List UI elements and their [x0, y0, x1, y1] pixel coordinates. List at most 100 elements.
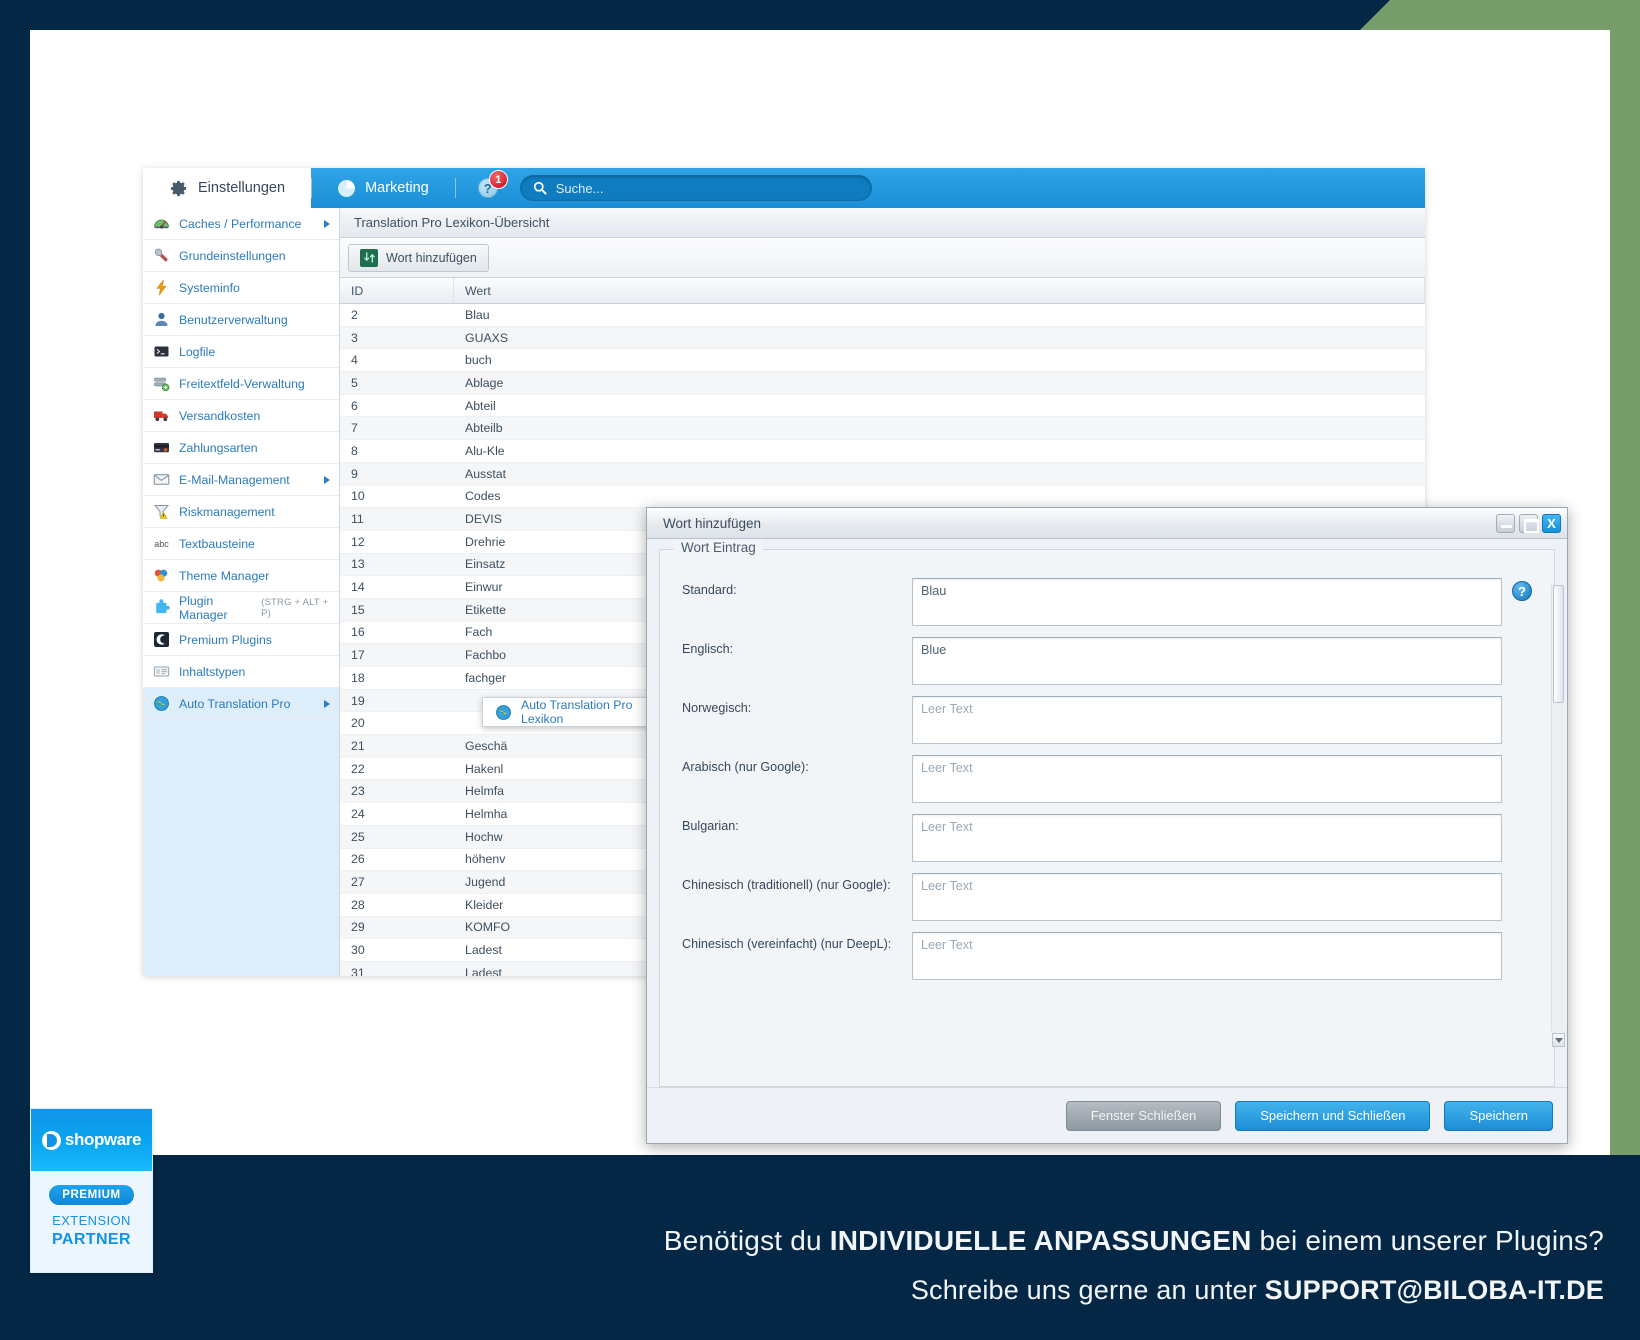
sidebar-item-textbausteine[interactable]: abc Textbausteine: [143, 528, 339, 560]
table-row[interactable]: 4 buch: [340, 349, 1425, 373]
field-input-norwegisch[interactable]: Leer Text: [912, 696, 1502, 744]
field-help-icon[interactable]: ?: [1512, 581, 1532, 601]
field-input-chinesisch-vereinfacht-nur-deepl[interactable]: Leer Text: [912, 932, 1502, 980]
table-row[interactable]: 2 Blau: [340, 304, 1425, 327]
search-box[interactable]: [519, 175, 872, 201]
field-input-bulgarian[interactable]: Leer Text: [912, 814, 1502, 862]
badge-premium-pill: PREMIUM: [49, 1185, 134, 1205]
dialog-scrollbar[interactable]: [1551, 585, 1565, 1047]
sidebar-item-grundeinstellungen[interactable]: Grundeinstellungen: [143, 240, 339, 272]
search-icon: [533, 181, 547, 195]
sidebar-item-plugin-manager[interactable]: Plugin Manager (STRG + ALT + P): [143, 592, 339, 624]
cell-id: 10: [351, 489, 365, 504]
sidebar-item-theme-manager[interactable]: Theme Manager: [143, 560, 339, 592]
column-header-id[interactable]: ID: [340, 278, 454, 303]
form-field-row: Bulgarian: Leer Text: [682, 814, 1532, 862]
sidebar-item-benutzerverwaltung[interactable]: Benutzerverwaltung: [143, 304, 339, 336]
sidebar-label: Systeminfo: [179, 280, 240, 295]
sidebar-label: Theme Manager: [179, 568, 270, 583]
sidebar-item-e-mail-management[interactable]: E-Mail-Management: [143, 464, 339, 496]
table-row[interactable]: 7 Abteilb: [340, 417, 1425, 441]
tab-marketing[interactable]: Marketing: [312, 168, 455, 208]
truck-icon: [153, 407, 170, 424]
cell-id: 24: [351, 806, 365, 821]
help-notification-badge: 1: [488, 170, 508, 189]
chevron-right-icon: [324, 475, 330, 484]
table-row[interactable]: 9 Ausstat: [340, 462, 1425, 486]
cell-wert: Abteilb: [465, 421, 503, 436]
sidebar-item-premium-plugins[interactable]: Premium Plugins: [143, 624, 339, 656]
field-input-englisch[interactable]: Blue: [912, 637, 1502, 685]
table-row[interactable]: 6 Abteil: [340, 395, 1425, 418]
cell-id: 21: [351, 738, 365, 753]
table-row[interactable]: 10 Codes: [340, 486, 1425, 509]
minimize-icon[interactable]: [1496, 513, 1515, 533]
sidebar-item-riskmanagement[interactable]: Riskmanagement: [143, 496, 339, 528]
field-label: Chinesisch (traditionell) (nur Google):: [682, 878, 891, 892]
dialog-titlebar[interactable]: Wort hinzufügen X: [647, 508, 1567, 539]
maximize-icon[interactable]: [1519, 513, 1539, 533]
save-button[interactable]: Speichern: [1444, 1100, 1553, 1131]
form-field-row: Chinesisch (vereinfacht) (nur DeepL): Lee…: [682, 932, 1532, 980]
form-field-row: Englisch: Blue: [682, 637, 1532, 685]
page-root: Einstellungen Marketing ? 1 Suche... Cac…: [0, 0, 1640, 1340]
save-and-close-button[interactable]: Speichern und Schließen: [1235, 1100, 1431, 1131]
updown-arrows-icon: [360, 248, 378, 267]
cell-id: 11: [351, 512, 364, 527]
cell-id: 7: [351, 421, 358, 436]
cell-id: 20: [351, 716, 365, 731]
cell-id: 19: [351, 693, 365, 708]
sidebar-item-caches-performance[interactable]: Caches / Performance: [143, 208, 339, 240]
sidebar-label: Premium Plugins: [179, 632, 272, 647]
table-row[interactable]: 3 GUAXS: [340, 326, 1425, 350]
table-row[interactable]: 8 Alu-Kle: [340, 440, 1425, 463]
cell-id: 3: [351, 330, 358, 345]
cell-id: 9: [351, 466, 358, 481]
table-row[interactable]: 5 Ablage: [340, 372, 1425, 395]
scrollbar-thumb[interactable]: [1553, 585, 1564, 703]
dialog-body: Wort Eintrag Standard: Blau? Englisch: Blue…: [647, 539, 1567, 1087]
cell-id: 12: [351, 534, 365, 549]
close-window-button[interactable]: Fenster Schließen: [1065, 1100, 1222, 1131]
sidebar-item-systeminfo[interactable]: Systeminfo: [143, 272, 339, 304]
field-input-chinesisch-traditionell-nur-google[interactable]: Leer Text: [912, 873, 1502, 921]
tab-einstellungen[interactable]: Einstellungen: [143, 168, 312, 208]
search-input[interactable]: [555, 180, 859, 196]
sidebar-item-versandkosten[interactable]: Versandkosten: [143, 400, 339, 432]
badge-extension-label: EXTENSION: [52, 1213, 131, 1228]
cell-id: 16: [351, 625, 365, 640]
help-button[interactable]: ? 1: [456, 168, 508, 208]
scroll-down-arrow-icon[interactable]: [1552, 1033, 1565, 1047]
cell-id: 26: [351, 852, 365, 867]
cell-wert: GUAXS: [465, 330, 509, 345]
cell-wert: Blau: [465, 307, 490, 322]
cell-id: 30: [351, 943, 365, 958]
field-input-arabisch-nur-google[interactable]: Leer Text: [912, 755, 1502, 803]
sidebar-item-zahlungsarten[interactable]: Zahlungsarten: [143, 432, 339, 464]
globe-icon: [495, 704, 512, 721]
sidebar-label: Zahlungsarten: [179, 440, 258, 455]
cell-wert: Ausstat: [465, 466, 507, 481]
grid-toolbar: Wort hinzufügen: [340, 238, 1425, 278]
flyout-label: Auto Translation Pro Lexikon: [521, 698, 633, 726]
cell-id: 2: [351, 307, 358, 322]
sidebar-item-freitextfeld-verwaltung[interactable]: Freitextfeld-Verwaltung: [143, 368, 339, 400]
cell-id: 31: [351, 965, 365, 976]
fieldset-legend: Wort Eintrag: [674, 540, 763, 555]
field-label: Standard:: [682, 583, 737, 597]
cell-id: 17: [351, 648, 365, 663]
cell-id: 23: [351, 784, 365, 799]
decor-green-right: [1610, 0, 1640, 1155]
close-icon[interactable]: X: [1542, 513, 1561, 533]
sidebar-item-inhaltstypen[interactable]: Inhaltstypen: [143, 656, 339, 688]
field-input-standard[interactable]: Blau: [912, 578, 1502, 626]
column-header-wert[interactable]: Wert: [454, 278, 1425, 303]
creditcard-icon: [153, 439, 170, 456]
cell-id: 15: [351, 602, 365, 617]
cell-id: 5: [351, 375, 358, 390]
sidebar-item-auto-translation-pro[interactable]: Auto Translation Pro: [143, 688, 339, 720]
sidebar-item-logfile[interactable]: Logfile: [143, 336, 339, 368]
svg-text:abc: abc: [154, 539, 169, 549]
fields-container: Standard: Blau? Englisch: Blue Norwegisch: Le…: [660, 570, 1554, 1086]
add-word-button[interactable]: Wort hinzufügen: [348, 243, 489, 272]
